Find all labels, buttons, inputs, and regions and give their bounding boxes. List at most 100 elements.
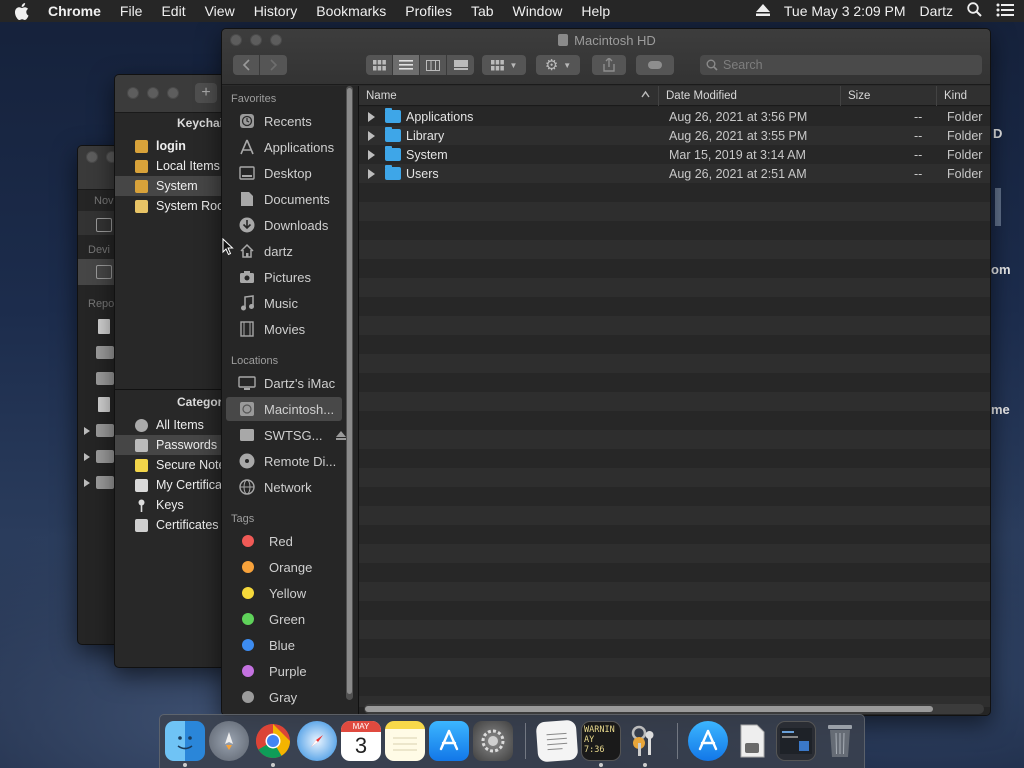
scrollbar-thumb[interactable] [365,706,933,712]
zoom-button[interactable] [167,87,179,99]
app-store-dock-icon[interactable] [429,721,469,761]
menu-help[interactable]: Help [581,3,610,19]
notification-center-icon[interactable] [996,3,1014,20]
menu-file[interactable]: File [120,3,143,19]
sidebar-item-swtsg[interactable]: SWTSG... [222,423,346,447]
column-header-date-modified[interactable]: Date Modified [659,86,841,106]
safari-dock-icon[interactable] [297,721,337,761]
notes-dock-icon[interactable] [385,721,425,761]
column-view-button[interactable] [420,55,447,75]
sidebar-item-pictures[interactable]: Pictures [222,265,346,289]
trash-dock-icon[interactable] [820,721,860,761]
sidebar-toggle-icon[interactable] [96,218,112,232]
menu-edit[interactable]: Edit [161,3,185,19]
menu-app-name[interactable]: Chrome [48,3,101,19]
group-by-button[interactable]: ▼ [482,55,526,75]
sidebar-item-music[interactable]: Music [222,291,346,315]
add-keychain-button[interactable]: + [195,83,217,103]
disclosure-triangle-icon[interactable] [368,169,375,179]
document-stack-dock-icon[interactable] [732,721,772,761]
column-header-name[interactable]: Name [359,86,659,106]
finder-dock-icon[interactable] [165,721,205,761]
sidebar-item-macintosh-hd[interactable]: Macintosh... [226,397,342,421]
finder-toolbar[interactable]: Macintosh HD ▼ ⚙ ▼ [222,29,990,85]
menu-user[interactable]: Dartz [920,3,953,19]
sidebar-item-imac[interactable]: Dartz's iMac [222,371,346,395]
keychain-system[interactable]: System [115,176,233,196]
spotlight-search-icon[interactable] [967,2,982,20]
chrome-dock-icon[interactable] [253,721,293,761]
menu-history[interactable]: History [254,3,298,19]
disclosure-triangle-icon[interactable] [368,150,375,160]
console-dock-icon[interactable]: WARNIN AY 7:36 [581,721,621,761]
menu-tab[interactable]: Tab [471,3,494,19]
sidebar-tag-orange[interactable]: Orange [222,555,346,579]
finder-window[interactable]: Macintosh HD ▼ ⚙ ▼ Search Favorites Rece… [221,28,991,716]
category-secure-notes[interactable]: Secure Notes [115,455,233,475]
menu-bookmarks[interactable]: Bookmarks [316,3,386,19]
column-header-size[interactable]: Size [841,86,937,106]
system-preferences-dock-icon[interactable] [473,721,513,761]
close-button[interactable] [86,151,98,163]
sidebar-tag-gray[interactable]: Gray [222,685,346,709]
eject-icon[interactable] [755,3,770,19]
sidebar-tag-yellow[interactable]: Yellow [222,581,346,605]
keychain-local-items[interactable]: Local Items [115,156,233,176]
disclosure-triangle-icon[interactable] [368,112,375,122]
list-view-button[interactable] [393,55,420,75]
sidebar-tag-red[interactable]: Red [222,529,346,553]
table-row[interactable]: Users Aug 26, 2021 at 2:51 AM -- Folder [359,165,990,184]
category-passwords[interactable]: Passwords [115,435,233,455]
textedit-dock-icon[interactable] [535,719,579,763]
sidebar-item-documents[interactable]: Documents [222,187,346,211]
sidebar-item-movies[interactable]: Movies [222,317,346,341]
table-row[interactable]: System Mar 15, 2019 at 3:14 AM -- Folder [359,146,990,165]
scrollbar-thumb[interactable] [347,88,352,694]
eject-icon[interactable] [335,428,346,443]
menu-clock[interactable]: Tue May 3 2:09 PM [784,3,906,19]
sidebar-item-applications[interactable]: Applications [222,135,346,159]
category-keys[interactable]: Keys [115,495,233,515]
table-row[interactable]: Applications Aug 26, 2021 at 3:56 PM -- … [359,108,990,127]
apple-menu-icon[interactable] [14,2,32,20]
horizontal-scrollbar[interactable] [364,704,984,714]
disclosure-triangle-icon[interactable] [84,453,90,461]
keychain-access-window[interactable]: + Keychain login Local Items System Syst… [114,74,234,668]
app-store-download-dock-icon[interactable] [688,721,728,761]
sidebar-tag-blue[interactable]: Blue [222,633,346,657]
sidebar-item-remote-disc[interactable]: Remote Di... [222,449,346,473]
sidebar-item-home[interactable]: dartz [222,239,346,263]
sidebar-tag-green[interactable]: Green [222,607,346,631]
share-button[interactable] [592,55,626,75]
launchpad-dock-icon[interactable] [209,721,249,761]
action-button[interactable]: ⚙ ▼ [536,55,580,75]
category-all-items[interactable]: All Items [115,415,233,435]
tags-button[interactable] [636,55,674,75]
sidebar-item-downloads[interactable]: Downloads [222,213,346,237]
minimize-button[interactable] [147,87,159,99]
sidebar-item-desktop[interactable]: Desktop [222,161,346,185]
keychain-system-roots[interactable]: System Roots [115,196,233,216]
menu-window[interactable]: Window [513,3,563,19]
sidebar-tag-purple[interactable]: Purple [222,659,346,683]
keychain-access-dock-icon[interactable] [625,721,665,761]
sidebar-scrollbar[interactable] [346,86,353,700]
gallery-view-button[interactable] [447,55,474,75]
menu-profiles[interactable]: Profiles [405,3,452,19]
screenshot-stack-dock-icon[interactable] [776,721,816,761]
close-button[interactable] [127,87,139,99]
sidebar-item-network[interactable]: Network [222,475,346,499]
category-certificates[interactable]: Certificates [115,515,233,535]
sidebar-item-recents[interactable]: Recents [222,109,346,133]
disclosure-triangle-icon[interactable] [84,479,90,487]
search-field[interactable] [700,55,982,75]
forward-button[interactable] [260,55,287,75]
disclosure-triangle-icon[interactable] [84,427,90,435]
category-my-certificates[interactable]: My Certificates [115,475,233,495]
back-button[interactable] [233,55,260,75]
table-row[interactable]: Library Aug 26, 2021 at 3:55 PM -- Folde… [359,127,990,146]
keychain-login[interactable]: login [115,136,233,156]
icon-view-button[interactable] [366,55,393,75]
disclosure-triangle-icon[interactable] [368,131,375,141]
column-header-kind[interactable]: Kind [937,86,990,106]
